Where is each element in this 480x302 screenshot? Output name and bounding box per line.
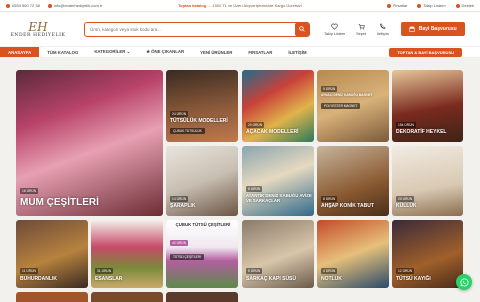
nav-home[interactable]: ANASAYFA	[0, 47, 39, 57]
category-title: ŞARAPLIK	[170, 203, 196, 209]
category-tile-tutsuluk[interactable]: 24 ÜRÜN TÜTSÜLÜK MODELLERİ ÇUBUK TÜTSÜLÜ…	[166, 70, 238, 142]
logo-monogram: EH	[28, 21, 47, 33]
phone-link[interactable]: 0554 560 72 38	[6, 3, 40, 8]
site-logo[interactable]: EH ENDER HEDIYELIK	[6, 21, 70, 38]
nav-deals[interactable]: FIRSATLAR	[240, 47, 280, 57]
category-tile-avize[interactable]: 8 ÜRÜN ATANTİK DENİZ KABUĞU AVİZE VE SAR…	[242, 146, 314, 216]
logo-wordmark: ENDER HEDIYELIK	[11, 33, 66, 38]
product-count-badge: 11 ÜRÜN	[20, 268, 38, 274]
category-title: NOTLUK	[321, 276, 342, 282]
product-count-badge: 16 ÜRÜN	[20, 188, 38, 194]
deals-link[interactable]: Firsatlar	[387, 3, 407, 8]
wholesale-application-button[interactable]: TOPTAN & BAYİ BAŞVURUSU	[389, 48, 462, 57]
product-count-badge: 9 ÜRÜN	[321, 86, 337, 92]
category-tile-acacak[interactable]: 20 ÜRÜN AÇACAK MODELLERİ	[242, 70, 314, 142]
tag-icon	[387, 4, 391, 8]
category-tile-tutsu-kayigi[interactable]: 12 ÜRÜN TÜTSÜ KAYIĞI	[392, 220, 463, 288]
category-title: DEKORATİF HEYKEL	[396, 129, 446, 135]
nav-featured[interactable]: ★ ÖNE ÇIKANLAR	[138, 47, 192, 57]
email-link[interactable]: info@enderhediyelik.com.tr	[48, 3, 103, 8]
subcategory-button[interactable]: ÇUBUK TÜTSÜLÜK	[170, 128, 205, 134]
category-title: AHŞAP KONİK TABUT	[321, 203, 374, 209]
product-count-badge: 42 ÜRÜN	[170, 240, 188, 246]
category-title: SARKAÇ KAPI SÜSÜ	[246, 276, 296, 282]
header: EH ENDER HEDIYELIK Takip Listem Sepet İl…	[0, 12, 480, 46]
category-title: TÜTSÜ KAYIĞI	[396, 276, 431, 282]
cart-icon	[358, 23, 365, 30]
category-tile-kulluk[interactable]: 20 ÜRÜN KÜLLÜK	[392, 146, 463, 216]
phone-icon	[6, 4, 10, 8]
main-nav: ANASAYFA TÜM KATALOG KATEGORİLER ⌄ ★ ÖNE…	[0, 46, 480, 58]
category-title: TÜTSÜLÜK MODELLERİ	[170, 118, 228, 124]
category-title: ESANSLAR	[95, 276, 123, 282]
wholesale-catalog-link[interactable]: Toptan katalog →	[178, 3, 211, 8]
category-tile-partial[interactable]	[91, 292, 163, 302]
category-tile-tabut[interactable]: 8 ÜRÜN AHŞAP KONİK TABUT	[317, 146, 389, 216]
product-count-badge: 14 ÜRÜN	[170, 196, 188, 202]
phone-icon	[379, 23, 386, 30]
mail-icon	[48, 4, 52, 8]
product-count-badge: 24 ÜRÜN	[170, 111, 188, 117]
nav-new[interactable]: YENİ ÜRÜNLER	[192, 47, 240, 57]
category-tile-heykel[interactable]: 154 ÜRÜN DEKORATİF HEYKEL	[392, 70, 463, 142]
cart-button[interactable]: Sepet	[356, 23, 366, 36]
store-icon	[409, 26, 415, 32]
support-icon	[456, 4, 460, 8]
category-tile-saraplik[interactable]: 14 ÜRÜN ŞARAPLIK	[166, 146, 238, 216]
category-title: BUHURDANLIK	[20, 276, 57, 282]
product-count-badge: 31 ÜRÜN	[95, 268, 113, 274]
category-tile-buhurdanlik[interactable]: 11 ÜRÜN BUHURDANLIK	[16, 220, 88, 288]
top-bar: 0554 560 72 38 info@enderhediyelik.com.t…	[0, 0, 480, 12]
watchlist-link[interactable]: Takip Listem	[417, 3, 445, 8]
category-title: MUM ÇEŞİTLERİ	[20, 197, 99, 208]
nav-contact[interactable]: İLETİŞİM	[280, 47, 314, 57]
product-count-badge: 154 ÜRÜN	[396, 122, 416, 128]
category-title: KÜLLÜK	[396, 203, 417, 209]
category-tile-partial[interactable]	[16, 292, 88, 302]
search-bar	[84, 22, 310, 37]
heart-icon	[417, 4, 421, 8]
category-tile-partial[interactable]	[166, 292, 238, 302]
category-tile-sarkac[interactable]: 5 ÜRÜN SARKAÇ KAPI SÜSÜ	[242, 220, 314, 288]
nav-catalog[interactable]: TÜM KATALOG	[39, 47, 86, 57]
category-title: AYNALI DENİZ KABUĞU MAGNET	[321, 93, 381, 97]
category-tile-magnet[interactable]: 9 ÜRÜN AYNALI DENİZ KABUĞU MAGNET POLYES…	[317, 70, 389, 142]
promo-banner: Toptan katalog → 1500 TL ve Üzeri Alışve…	[166, 3, 314, 8]
subcategory-button[interactable]: POLYESTER MAGNET	[321, 103, 360, 109]
category-title: ATANTİK DENİZ KABUĞU AVİZE VE SARKAÇLAR	[246, 193, 312, 203]
search-button[interactable]	[295, 23, 309, 36]
product-count-badge: 8 ÜRÜN	[321, 196, 337, 202]
category-title: AÇACAK MODELLERİ	[246, 129, 299, 135]
dealer-application-button[interactable]: Bayi Başvurusu	[401, 22, 465, 36]
support-link[interactable]: Destek	[456, 3, 474, 8]
whatsapp-button[interactable]	[456, 274, 472, 290]
category-tile-notluk[interactable]: 4 ÜRÜN NOTLUK	[317, 220, 389, 288]
product-count-badge: 20 ÜRÜN	[396, 196, 414, 202]
whatsapp-icon	[460, 278, 469, 287]
category-tile-esans[interactable]: 31 ÜRÜN ESANSLAR	[91, 220, 163, 288]
contact-button[interactable]: İletişim	[377, 23, 389, 36]
category-tile-mum[interactable]: 16 ÜRÜN MUM ÇEŞİTLERİ	[16, 70, 163, 216]
heart-icon	[331, 23, 338, 30]
search-input[interactable]	[85, 27, 295, 32]
product-count-badge: 20 ÜRÜN	[246, 122, 264, 128]
subcategory-button[interactable]: TÜTSÜ ÇEŞİTLERİ	[170, 254, 204, 260]
search-icon	[299, 26, 305, 32]
product-count-badge: 8 ÜRÜN	[246, 186, 262, 192]
watchlist-button[interactable]: Takip Listem	[324, 23, 345, 36]
category-grid: 16 ÜRÜN MUM ÇEŞİTLERİ 24 ÜRÜN TÜTSÜLÜK M…	[16, 70, 463, 300]
nav-categories[interactable]: KATEGORİLER ⌄	[86, 47, 138, 57]
category-title: ÇUBUK TÜTSÜ ÇEŞİTLERİ	[170, 222, 236, 227]
product-count-badge: 12 ÜRÜN	[396, 268, 414, 274]
category-tile-cubuk-tutsu[interactable]: 42 ÜRÜN ÇUBUK TÜTSÜ ÇEŞİTLERİ TÜTSÜ ÇEŞİ…	[166, 220, 238, 288]
product-count-badge: 5 ÜRÜN	[246, 268, 262, 274]
product-count-badge: 4 ÜRÜN	[321, 268, 337, 274]
